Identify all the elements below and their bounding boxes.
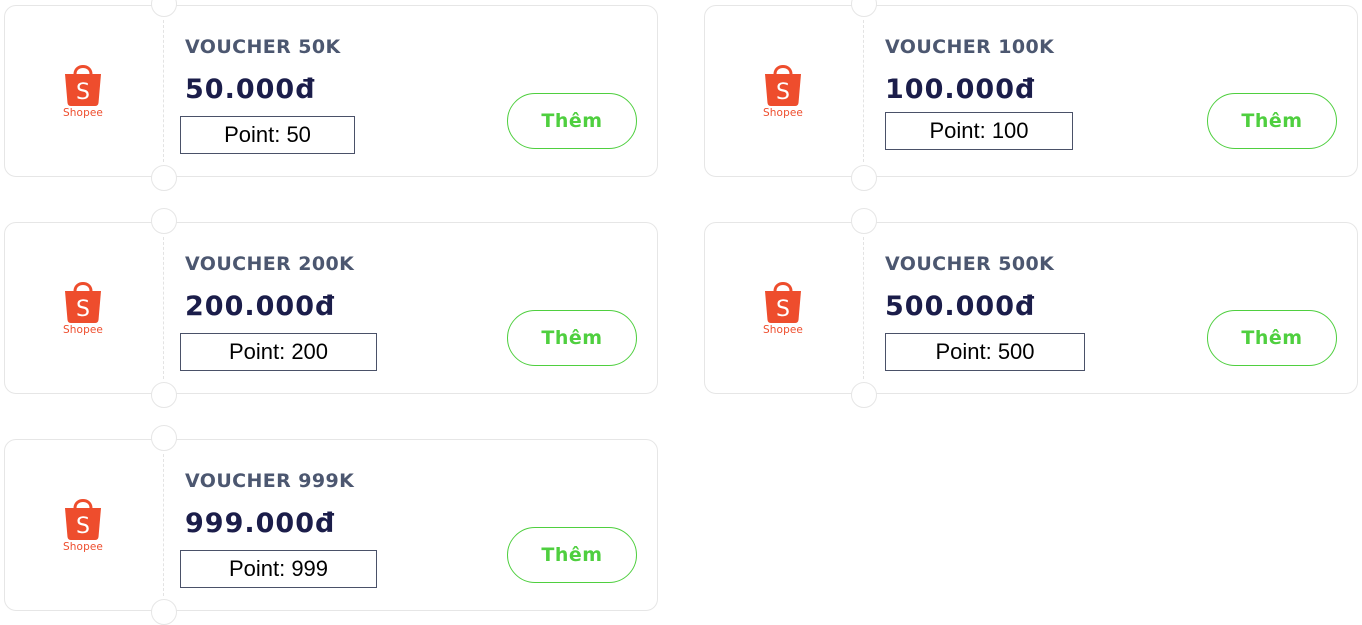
ticket-notch (851, 165, 877, 191)
shopping-bag-icon: S (65, 499, 101, 540)
shopping-bag-icon: S (65, 282, 101, 323)
dashed-divider (163, 237, 164, 379)
voucher-card: S Shopee VOUCHER 500K 500.000đ Point: 50… (704, 208, 1358, 408)
voucher-title: VOUCHER 100K (885, 36, 1055, 58)
points-label: Point: 100 (885, 112, 1073, 150)
dashed-divider (163, 454, 164, 596)
points-label: Point: 200 (180, 333, 377, 371)
shopee-logo: S Shopee (760, 60, 806, 122)
voucher-title: VOUCHER 50K (185, 36, 341, 58)
dashed-divider (863, 20, 864, 162)
voucher-price: 500.000đ (885, 291, 1036, 322)
voucher-price: 100.000đ (885, 74, 1036, 105)
add-voucher-button[interactable]: Thêm (507, 527, 637, 583)
svg-text:S: S (76, 80, 90, 105)
add-voucher-button[interactable]: Thêm (1207, 93, 1337, 149)
ticket-notch (851, 208, 877, 234)
points-label: Point: 500 (885, 333, 1085, 371)
brand-name: Shopee (63, 324, 103, 336)
voucher-card: S Shopee VOUCHER 50K 50.000đ Point: 50 T… (4, 0, 658, 191)
ticket-notch (151, 599, 177, 625)
voucher-price: 200.000đ (185, 291, 336, 322)
dashed-divider (163, 20, 164, 162)
svg-text:S: S (76, 297, 90, 322)
ticket-notch (151, 208, 177, 234)
brand-name: Shopee (63, 107, 103, 119)
brand-name: Shopee (763, 324, 803, 336)
svg-text:S: S (776, 80, 790, 105)
shopee-logo: S Shopee (60, 60, 106, 122)
svg-text:S: S (776, 297, 790, 322)
ticket-notch (151, 425, 177, 451)
add-voucher-button[interactable]: Thêm (1207, 310, 1337, 366)
shopee-logo: S Shopee (60, 494, 106, 556)
ticket-notch (151, 165, 177, 191)
ticket-notch (151, 0, 177, 17)
shopping-bag-icon: S (65, 65, 101, 106)
voucher-card: S Shopee VOUCHER 200K 200.000đ Point: 20… (4, 208, 658, 408)
add-voucher-button[interactable]: Thêm (507, 310, 637, 366)
voucher-title: VOUCHER 500K (885, 253, 1055, 275)
brand-name: Shopee (763, 107, 803, 119)
dashed-divider (863, 237, 864, 379)
voucher-title: VOUCHER 200K (185, 253, 355, 275)
shopee-logo: S Shopee (760, 277, 806, 339)
shopping-bag-icon: S (765, 65, 801, 106)
voucher-title: VOUCHER 999K (185, 470, 355, 492)
add-voucher-button[interactable]: Thêm (507, 93, 637, 149)
voucher-price: 999.000đ (185, 508, 336, 539)
voucher-card: S Shopee VOUCHER 999K 999.000đ Point: 99… (4, 425, 658, 625)
points-label: Point: 999 (180, 550, 377, 588)
points-label: Point: 50 (180, 116, 355, 154)
voucher-price: 50.000đ (185, 74, 316, 105)
shopee-logo: S Shopee (60, 277, 106, 339)
ticket-notch (851, 382, 877, 408)
brand-name: Shopee (63, 541, 103, 553)
shopping-bag-icon: S (765, 282, 801, 323)
voucher-card: S Shopee VOUCHER 100K 100.000đ Point: 10… (704, 0, 1358, 191)
ticket-notch (151, 382, 177, 408)
ticket-notch (851, 0, 877, 17)
svg-text:S: S (76, 514, 90, 539)
